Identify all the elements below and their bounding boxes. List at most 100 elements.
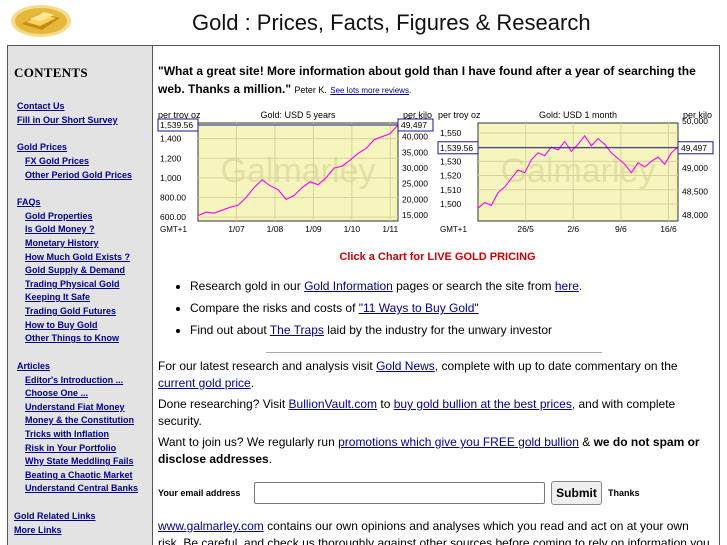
sidebar-link-fx-gold-prices[interactable]: FX Gold Prices: [25, 156, 89, 166]
x-tick-label: 1/09: [305, 224, 322, 234]
more-reviews-link[interactable]: See lots more reviews: [330, 86, 409, 95]
live-pricing-cta: Click a Chart for LIVE GOLD PRICING: [339, 251, 536, 263]
sidebar-heading: CONTENTS: [14, 65, 88, 80]
submit-button[interactable]: Submit: [551, 481, 602, 505]
x-tick-label: 1/07: [228, 224, 245, 234]
y-tick-label-left: 1,200: [160, 153, 182, 163]
testimonial-author: Peter K.: [294, 85, 327, 95]
current-price-kilo: 49,497: [681, 143, 707, 153]
y-tick-label-right: 49,000: [682, 163, 708, 173]
bullet-text: laid by the industry for the unwary inve…: [323, 323, 552, 337]
chart-1-month-plot: per troy oz Gold: USD 1 month per kiloGalm…: [437, 110, 714, 234]
sidebar-link-how-much-gold[interactable]: How Much Gold Exists ?: [25, 252, 130, 262]
list-item: Find out about The Traps laid by the ind…: [190, 322, 582, 344]
testimonial-text: "What a great site! More information abo…: [158, 64, 696, 96]
x-tick-label: 9/6: [615, 224, 627, 234]
sidebar-link-trading-physical[interactable]: Trading Physical Gold: [25, 279, 120, 289]
gold-5-year-chart[interactable]: per troy oz Gold: USD 5 years per kilo Galm…: [157, 109, 435, 244]
x-tick-label: 1/08: [267, 224, 284, 234]
sidebar-link-how-to-buy[interactable]: How to Buy Gold: [25, 320, 98, 330]
sidebar-link-fiat-money[interactable]: Understand Fiat Money: [25, 402, 125, 412]
gold-bars-logo[interactable]: [10, 4, 72, 38]
join-paragraph: Want to join us? We regularly run promot…: [158, 434, 714, 468]
y-tick-label-right: 30,000: [402, 163, 428, 173]
paragraph-text: For our latest research and analysis vis…: [158, 359, 377, 373]
email-label: Your email address: [158, 488, 241, 498]
y-tick-label-left: 1,000: [160, 173, 182, 183]
gold-news-link[interactable]: Gold News: [376, 359, 435, 373]
bullet-text: Research gold in our: [190, 279, 305, 293]
free-gold-promotions-link[interactable]: promotions which give you FREE gold bull…: [338, 435, 579, 449]
buy-gold-bullion-link[interactable]: buy gold bullion at the best prices: [394, 397, 572, 411]
current-price-oz: 1,539.56: [440, 143, 473, 153]
bullet-text: .: [578, 279, 583, 293]
x-tick-label: 2/6: [567, 224, 579, 234]
sidebar-link-articles[interactable]: Articles: [17, 361, 50, 371]
y-tick-label-left: 1,400: [160, 134, 182, 144]
x-tick-label: 26/5: [517, 224, 534, 234]
galmarley-link[interactable]: www.galmarley.com: [158, 519, 264, 533]
x-tick-label: 1/10: [344, 224, 361, 234]
y-tick-label-left: 1,500: [440, 199, 462, 209]
search-here-link[interactable]: here: [555, 279, 579, 293]
page-frame: CONTENTS Contact Us Fill in Our Short Su…: [7, 45, 720, 545]
bullionvault-link[interactable]: BullionVault.com: [289, 397, 378, 411]
bullet-text: Find out about: [190, 323, 270, 337]
timezone-label: GMT+1: [160, 225, 187, 234]
sidebar-link-chaotic-market[interactable]: Beating a Chaotic Market: [25, 470, 133, 480]
sidebar-link-faqs[interactable]: FAQs: [17, 197, 41, 207]
sidebar-link-risk-portfolio[interactable]: Risk in Your Portfolio: [25, 443, 116, 453]
sidebar-link-state-meddling[interactable]: Why State Meddling Fails: [25, 456, 134, 466]
y-tick-label-right: 20,000: [402, 194, 428, 204]
sidebar-link-survey[interactable]: Fill in Our Short Survey: [17, 115, 118, 125]
disclaimer: www.galmarley.com contains our own opini…: [158, 518, 714, 545]
paragraph-text: .: [268, 452, 273, 466]
paragraph-text: .: [250, 376, 255, 390]
sidebar-link-gold-prices[interactable]: Gold Prices: [17, 142, 67, 152]
y-axis-label-left: per troy oz: [438, 110, 481, 120]
news-paragraph: For our latest research and analysis vis…: [158, 358, 714, 392]
sidebar-link-gold-properties[interactable]: Gold Properties: [25, 211, 93, 221]
sidebar-link-contact-us[interactable]: Contact Us: [17, 101, 65, 111]
current-gold-price-link[interactable]: current gold price: [158, 376, 251, 390]
sidebar-link-gold-related[interactable]: Gold Related Links: [14, 511, 96, 521]
y-tick-label-right: 25,000: [402, 179, 428, 189]
sidebar-link-is-gold-money[interactable]: Is Gold Money ?: [25, 224, 95, 234]
sidebar-link-tricks-inflation[interactable]: Tricks with Inflation: [25, 429, 109, 439]
y-axis-label-left: per troy oz: [158, 110, 201, 120]
ways-to-buy-gold-link[interactable]: "11 Ways to Buy Gold": [359, 301, 479, 315]
sidebar-link-editors-intro[interactable]: Editor's Introduction ...: [25, 375, 123, 385]
x-tick-label: 1/11: [382, 224, 398, 234]
sidebar-link-choose-one[interactable]: Choose One ...: [25, 388, 88, 398]
y-tick-label-right: 15,000: [402, 210, 428, 220]
y-tick-label-right: 48,000: [682, 210, 708, 220]
bullet-text: pages or search the site from: [392, 279, 555, 293]
signup-form: Your email address Submit Thanks: [158, 481, 714, 505]
sidebar-link-other-things[interactable]: Other Things to Know: [25, 333, 119, 343]
sidebar-link-monetary-history[interactable]: Monetary History: [25, 238, 99, 248]
y-tick-label-left: 1,550: [440, 128, 462, 138]
paragraph-text: Done researching? Visit: [158, 397, 289, 411]
y-tick-label-left: 1,520: [440, 171, 462, 181]
list-item: Research gold in our Gold Information pa…: [190, 278, 582, 300]
paragraph-text: , complete with up to date commentary on…: [434, 359, 678, 373]
sidebar-link-keeping-safe[interactable]: Keeping It Safe: [25, 292, 90, 302]
sidebar: CONTENTS Contact Us Fill in Our Short Su…: [8, 46, 153, 545]
chart-5-year-plot: per troy oz Gold: USD 5 years per kiloGalm…: [157, 110, 434, 234]
page-title: Gold : Prices, Facts, Figures & Research: [192, 10, 591, 35]
gold-1-month-chart[interactable]: per troy oz Gold: USD 1 month per kilo Galm…: [437, 109, 715, 244]
research-bullets: Research gold in our Gold Information pa…: [180, 278, 582, 344]
sidebar-link-trading-futures[interactable]: Trading Gold Futures: [25, 306, 116, 316]
y-tick-label-right: 48,500: [682, 187, 708, 197]
email-input[interactable]: [254, 482, 545, 504]
the-traps-link[interactable]: The Traps: [270, 323, 324, 337]
y-tick-label-left: 600.00: [160, 212, 186, 222]
gold-information-link[interactable]: Gold Information: [304, 279, 393, 293]
sidebar-link-supply-demand[interactable]: Gold Supply & Demand: [25, 265, 125, 275]
sidebar-link-other-period-prices[interactable]: Other Period Gold Prices: [25, 170, 132, 180]
sidebar-link-central-banks[interactable]: Understand Central Banks: [25, 483, 138, 493]
current-price-kilo: 49,497: [401, 120, 427, 130]
sidebar-link-more-links[interactable]: More Links: [14, 525, 62, 535]
timezone-label: GMT+1: [440, 225, 467, 234]
sidebar-link-money-constitution[interactable]: Money & the Constitution: [25, 415, 134, 425]
